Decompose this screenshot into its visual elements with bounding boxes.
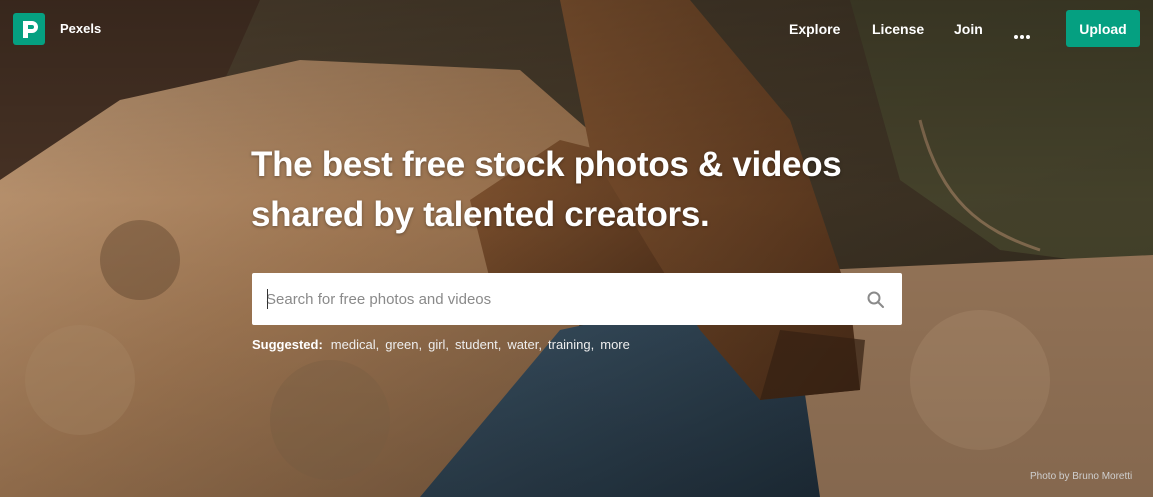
hero-background [0, 0, 1153, 497]
top-nav: Pexels Explore License Join Upload [0, 0, 1153, 58]
nav-explore[interactable]: Explore [789, 21, 840, 37]
photo-credit[interactable]: Photo by Bruno Moretti [1030, 471, 1132, 482]
suggested-searches: Suggested: medical, green, girl, student… [252, 337, 630, 352]
text-caret [267, 289, 268, 309]
suggested-training[interactable]: training, [548, 337, 594, 352]
brand-name[interactable]: Pexels [60, 21, 101, 36]
suggested-medical[interactable]: medical, [331, 337, 379, 352]
headline-line-2: shared by talented creators. [251, 195, 710, 234]
headline-line-1: The best free stock photos & videos [251, 145, 842, 184]
search-bar [252, 273, 902, 325]
search-icon[interactable] [866, 290, 886, 310]
search-input[interactable] [266, 273, 846, 325]
suggested-label: Suggested: [252, 337, 323, 352]
pexels-logo[interactable] [13, 13, 45, 45]
suggested-water[interactable]: water, [507, 337, 542, 352]
suggested-girl[interactable]: girl, [428, 337, 449, 352]
upload-button[interactable]: Upload [1066, 10, 1140, 47]
ellipsis-icon[interactable] [1014, 26, 1034, 39]
nav-join[interactable]: Join [954, 21, 983, 37]
nav-license[interactable]: License [872, 21, 924, 37]
suggested-green[interactable]: green, [385, 337, 422, 352]
suggested-more[interactable]: more [600, 337, 630, 352]
hero-headline: The best free stock photos & videos shar… [251, 140, 951, 240]
suggested-student[interactable]: student, [455, 337, 501, 352]
